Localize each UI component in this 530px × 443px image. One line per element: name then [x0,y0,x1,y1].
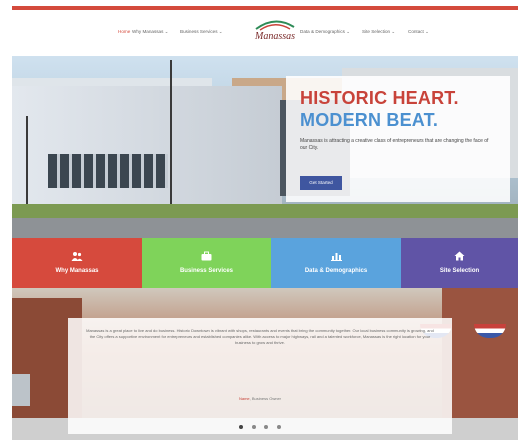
testimonial-author-name: Name [238,396,250,401]
tile-data-demographics-label: Data & Demographics [304,268,368,274]
briefcase-icon [142,248,271,266]
hero-title-line1: HISTORIC HEART. [300,88,459,108]
tile-why-manassas-label: Why Manassas [55,268,99,274]
logo-swoosh-icon [255,20,295,31]
hero-photo-light-pole [26,116,28,212]
nav-contact-link[interactable]: Contact ⌄ [408,29,429,35]
tile-why-manassas[interactable]: Why Manassas [12,238,142,288]
tile-site-selection-label: Site Selection [439,268,480,274]
tile-business-services[interactable]: Business Services [142,238,271,288]
slider-pagination [68,416,452,434]
main-navigation: Home Why Manassas ⌄ Business Services ⌄ … [12,10,518,56]
testimonial-author-title: , Business Owner [249,396,282,401]
site-logo[interactable]: Manassas [242,16,308,52]
bar-chart-icon [271,248,401,266]
home-icon [401,248,518,266]
slider-dot[interactable] [276,425,281,429]
hero-photo-road [12,218,518,238]
nav-site-selection-link[interactable]: Site Selection ⌄ [362,29,395,35]
hero-photo-windows [48,154,168,188]
tile-business-services-label: Business Services [179,268,234,274]
slider-dot[interactable] [264,425,269,429]
tile-data-demographics[interactable]: Data & Demographics [271,238,401,288]
tile-site-selection[interactable]: Site Selection [401,238,518,288]
slider-dot[interactable] [239,425,244,429]
hero-description: Manassas is attracting a creative class … [300,138,489,151]
hero-title-line2: MODERN BEAT. [300,110,439,130]
street-photo-car [12,374,30,406]
nav-business-services-link[interactable]: Business Services ⌄ [180,29,223,35]
get-started-button[interactable]: Get Started [300,176,342,190]
hero-photo-lamp-post [170,60,172,208]
logo-wordmark: Manassas [254,31,295,42]
testimonial-author: Name, Business Owner [68,396,452,401]
nav-why-manassas-link[interactable]: Why Manassas ⌄ [132,29,169,35]
testimonial-quote: Manassas is a great place to live and do… [86,328,434,345]
nav-home-link[interactable]: Home [118,29,130,34]
nav-data-demographics-link[interactable]: Data & Demographics ⌄ [300,29,350,35]
slider-dot[interactable] [251,425,256,429]
people-icon [12,248,142,266]
testimonial-panel: Manassas is a great place to live and do… [68,318,452,434]
hero-callout: HISTORIC HEART. MODERN BEAT. Manassas is… [286,76,510,202]
